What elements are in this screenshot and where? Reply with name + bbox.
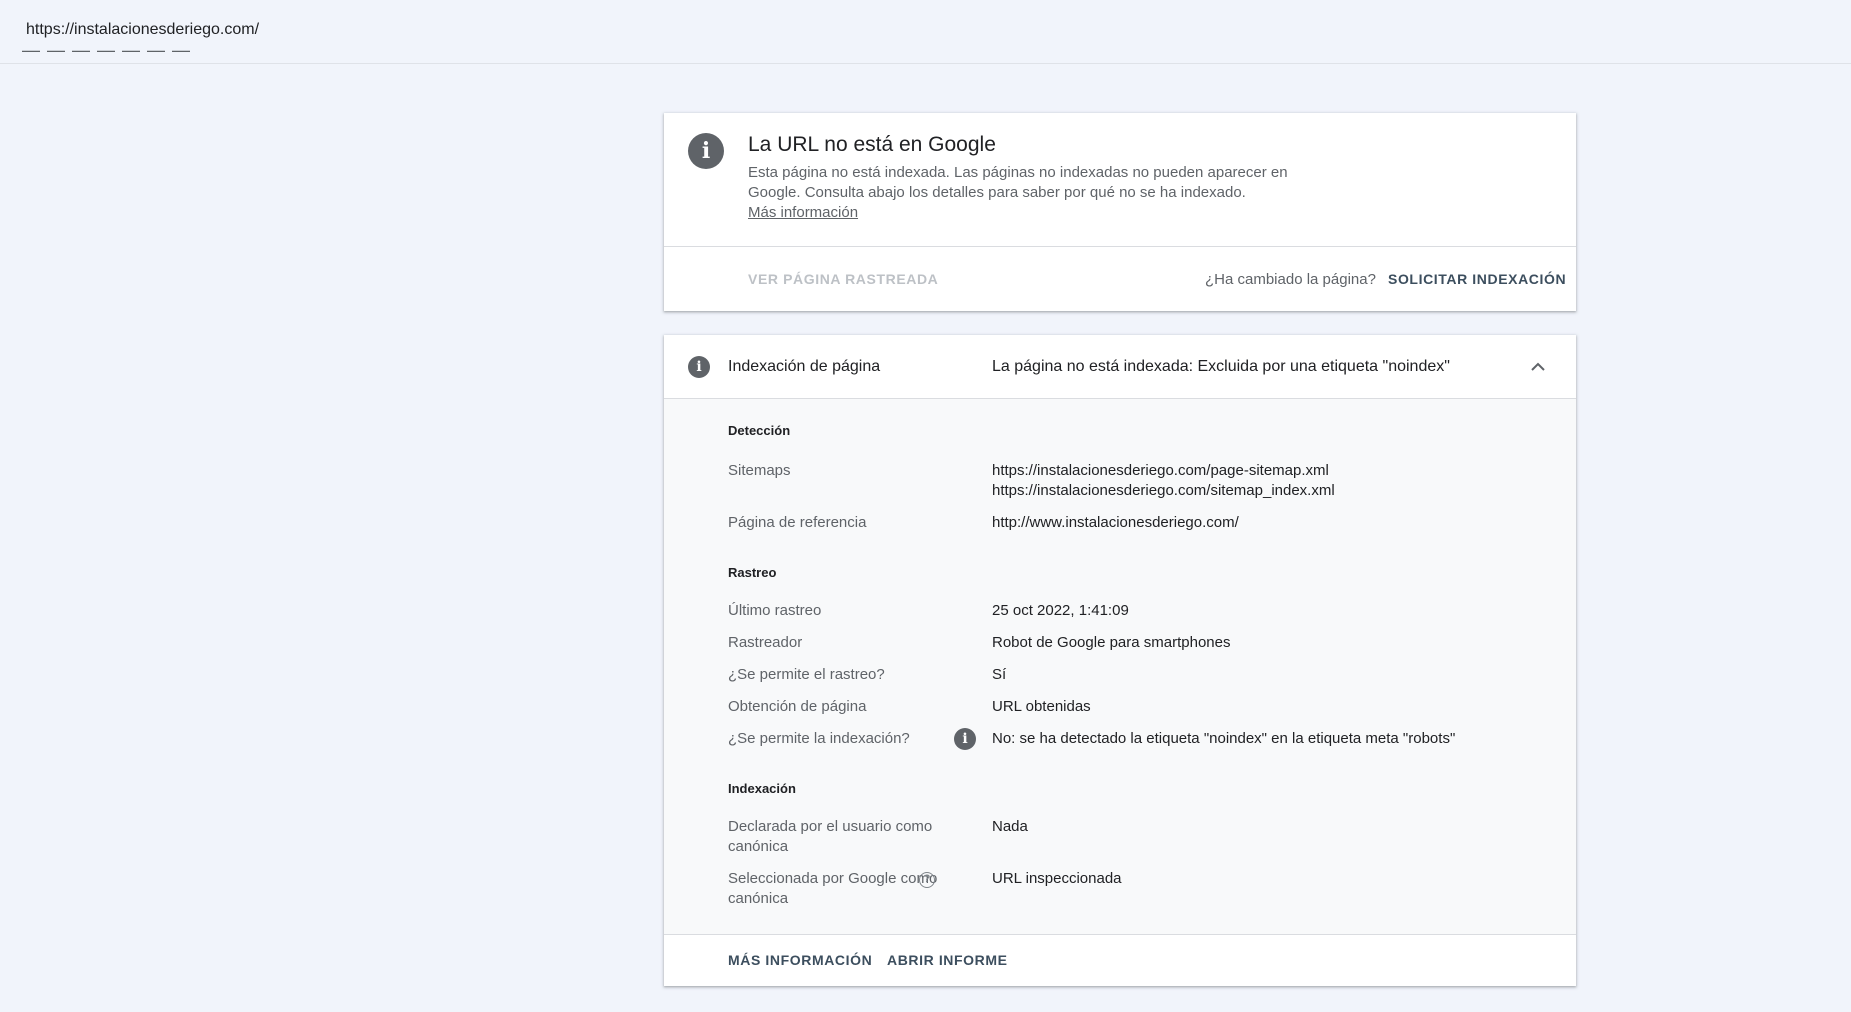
page-changed-question: ¿Ha cambiado la página? [1205,271,1376,288]
url-bar: https://instalacionesderiego.com/ [0,0,1851,64]
info-icon: i [688,133,724,169]
last-crawl-label: Último rastreo [728,602,822,619]
learn-more-link[interactable]: Más información [748,204,858,221]
crawl-allowed-label: ¿Se permite el rastreo? [728,666,885,683]
page-indexing-label: Indexación de página [728,358,881,375]
page-indexing-header[interactable]: i Indexación de página La página no está… [664,335,1576,399]
scrolled-heading-remnant: — — — — — — — [22,48,192,58]
open-report-button[interactable]: ABRIR INFORME [887,952,1008,968]
page-fetch-value: URL obtenidas [992,698,1091,715]
user-canonical-label: Declarada por el usuario como canónica [728,818,933,855]
crawler-label: Rastreador [728,634,803,651]
page-fetch-label: Obtención de página [728,698,867,715]
status-title: La URL no está en Google [748,133,996,156]
divider [664,246,1576,247]
page-indexing-status: La página no está indexada: Excluida por… [992,358,1450,375]
crawler-value: Robot de Google para smartphones [992,634,1231,651]
page-indexing-card: i Indexación de página La página no está… [664,335,1576,986]
status-description: Esta página no está indexada. Las página… [748,164,1288,201]
view-crawled-page-button[interactable]: VER PÁGINA RASTREADA [748,271,938,287]
indexing-allowed-value: No: se ha detectado la etiqueta "noindex… [992,730,1456,747]
google-canonical-value: URL inspeccionada [992,870,1122,887]
request-indexing-button[interactable]: SOLICITAR INDEXACIÓN [1388,271,1566,287]
sitemap-url[interactable]: https://instalacionesderiego.com/sitemap… [992,481,1335,501]
section-title-crawl: Rastreo [728,565,777,580]
page-indexing-details: Detección Sitemaps https://instalaciones… [664,399,1576,934]
indexing-allowed-label: ¿Se permite la indexación? [728,730,910,747]
referring-page-value[interactable]: http://www.instalacionesderiego.com/ [992,513,1239,533]
sitemaps-label: Sitemaps [728,462,791,479]
info-icon: i [688,356,710,378]
info-icon[interactable]: i [954,728,976,750]
referring-page-label: Página de referencia [728,514,867,531]
crawl-allowed-value: Sí [992,666,1007,683]
chevron-up-icon[interactable] [1528,357,1548,377]
section-title-detection: Detección [728,423,791,438]
more-info-button[interactable]: MÁS INFORMACIÓN [728,952,872,968]
google-canonical-label: Seleccionada por Google como canónica [728,870,938,907]
section-title-indexing: Indexación [728,781,796,796]
url-status-card: i La URL no está en Google Esta página n… [664,113,1576,311]
sitemap-url[interactable]: https://instalacionesderiego.com/page-si… [992,461,1329,481]
help-icon[interactable]: ? [919,872,935,888]
page-indexing-footer: MÁS INFORMACIÓN ABRIR INFORME [664,934,1576,986]
user-canonical-value: Nada [992,818,1028,835]
inspected-url: https://instalacionesderiego.com/ [26,21,260,38]
last-crawl-value: 25 oct 2022, 1:41:09 [992,602,1129,619]
